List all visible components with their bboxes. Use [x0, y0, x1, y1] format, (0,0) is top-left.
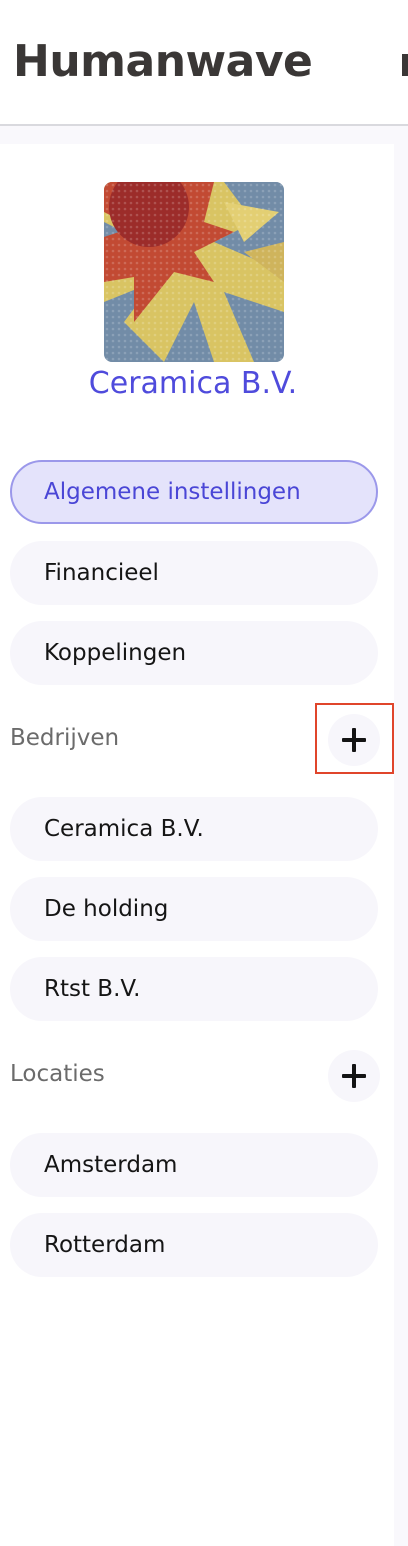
add-company-button[interactable] — [328, 714, 380, 766]
location-item-rotterdam[interactable]: Rotterdam — [10, 1213, 378, 1277]
top-bar: Humanwave — [0, 0, 408, 126]
nav-item-financieel[interactable]: Financieel — [10, 541, 378, 605]
company-item-de-holding[interactable]: De holding — [10, 877, 378, 941]
topbar-clipped-item — [402, 54, 408, 76]
brand-logo[interactable]: Humanwave — [13, 32, 313, 92]
sun-mosaic-logo-icon — [104, 182, 284, 362]
nav-item-algemene-instellingen[interactable]: Algemene instellingen — [10, 460, 378, 524]
company-item-ceramica[interactable]: Ceramica B.V. — [10, 797, 378, 861]
nav-item-koppelingen[interactable]: Koppelingen — [10, 621, 378, 685]
company-item-rtst[interactable]: Rtst B.V. — [10, 957, 378, 1021]
section-label-bedrijven: Bedrijven — [10, 725, 120, 751]
company-logo — [104, 182, 284, 362]
add-location-button[interactable] — [328, 1050, 380, 1102]
location-item-amsterdam[interactable]: Amsterdam — [10, 1133, 378, 1197]
company-name: Ceramica B.V. — [88, 366, 298, 401]
section-label-locaties: Locaties — [10, 1061, 105, 1087]
